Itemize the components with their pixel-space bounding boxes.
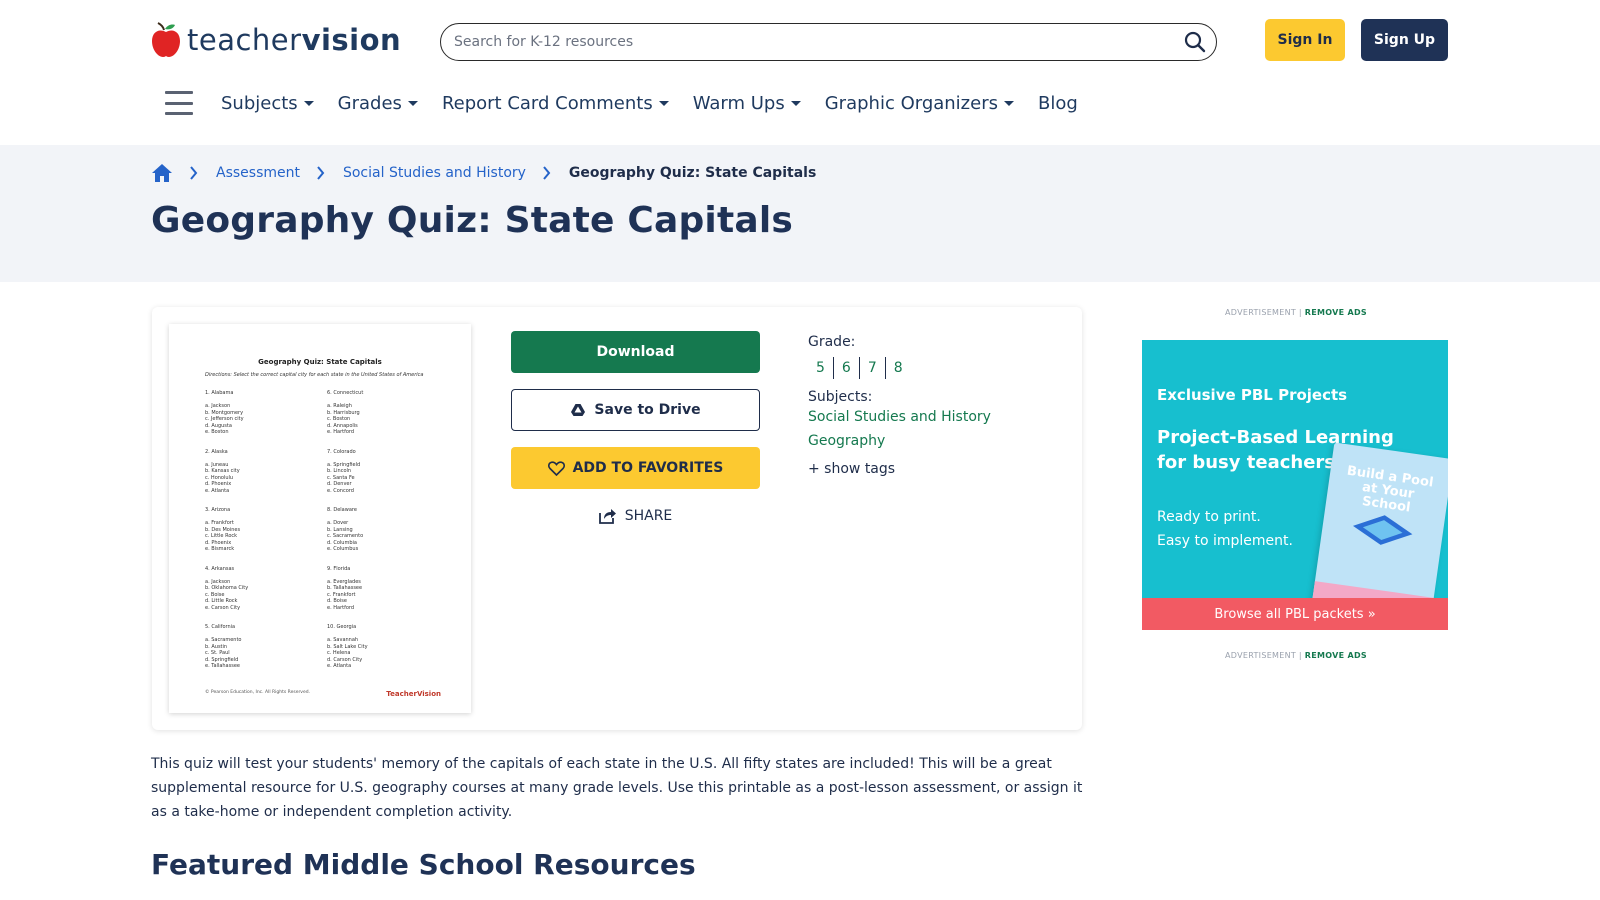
preview-title: Geography Quiz: State Capitals	[258, 358, 382, 366]
preview-right-column: 6. Connecticut a. Raleigh b. Harrisburg c.…	[327, 390, 368, 670]
remove-ads-link[interactable]: REMOVE ADS	[1305, 308, 1367, 317]
ad-label-bottom: ADVERTISEMENT | REMOVE ADS	[1143, 651, 1449, 660]
nav-item-subjects[interactable]: Subjects	[221, 93, 314, 114]
preview-directions: Directions: Select the correct capital c…	[205, 372, 424, 378]
ad-cta-button[interactable]: Browse all PBL packets »	[1142, 598, 1448, 630]
nav-item-graphic-organizers[interactable]: Graphic Organizers	[825, 93, 1014, 114]
advertisement-text: ADVERTISEMENT |	[1224, 308, 1302, 317]
save-to-drive-button[interactable]: Save to Drive	[511, 389, 760, 431]
site-header: teachervision Sign In Sign Up Subjects G…	[0, 0, 1600, 145]
chevron-right-icon	[316, 166, 325, 180]
site-logo[interactable]: teachervision	[151, 20, 401, 60]
pool-illustration-icon	[1352, 515, 1413, 545]
preview-line: c. Jefferson city	[205, 416, 244, 422]
preview-brand: TeacherVision	[386, 690, 441, 698]
apple-logo-icon	[152, 22, 180, 57]
search-icon	[1184, 31, 1206, 53]
preview-left-column: 1. Alabama a. Jackson b. Montgomery c. Jef…	[205, 390, 248, 670]
resource-card: Geography Quiz: State Capitals Direction…	[152, 307, 1082, 730]
google-drive-icon	[570, 403, 586, 417]
heart-icon	[547, 460, 565, 476]
nav-item-warm-ups[interactable]: Warm Ups	[693, 93, 801, 114]
ad-subtext: Ready to print. Easy to implement.	[1157, 505, 1293, 553]
remove-ads-link[interactable]: REMOVE ADS	[1305, 651, 1367, 660]
sign-in-button[interactable]: Sign In	[1265, 19, 1345, 61]
grade-link-5[interactable]: 5	[814, 360, 833, 376]
sign-up-button[interactable]: Sign Up	[1361, 19, 1448, 61]
preview-line: e. Atlanta	[327, 663, 352, 669]
caret-down-icon	[790, 100, 801, 106]
show-tags-link[interactable]: + show tags	[808, 461, 991, 477]
preview-line: e. Tallahassee	[205, 663, 240, 669]
pbl-ad-banner[interactable]: Exclusive PBL Projects Project-Based Lea…	[1142, 340, 1448, 630]
breadcrumb-social-studies[interactable]: Social Studies and History	[343, 165, 526, 181]
caret-down-icon	[303, 100, 314, 106]
hamburger-menu-icon[interactable]	[165, 91, 193, 115]
search-bar	[440, 23, 1217, 61]
preview-line: 6. Connecticut	[327, 390, 364, 396]
caret-down-icon	[658, 100, 669, 106]
chevron-right-icon	[542, 166, 551, 180]
ad-sub-line-2: Easy to implement.	[1157, 533, 1293, 549]
add-to-favorites-label: ADD TO FAVORITES	[572, 460, 724, 476]
nav-item-grades[interactable]: Grades	[338, 93, 418, 114]
grade-label: Grade:	[808, 334, 856, 350]
nav-item-blog[interactable]: Blog	[1038, 93, 1078, 114]
breadcrumb-current: Geography Quiz: State Capitals	[568, 165, 817, 181]
featured-heading: Featured Middle School Resources	[151, 848, 696, 881]
save-to-drive-label: Save to Drive	[594, 402, 701, 418]
grade-link-7[interactable]: 7	[860, 360, 885, 376]
resource-description: This quiz will test your students' memor…	[151, 756, 1083, 820]
ad-sub-line-1: Ready to print.	[1157, 509, 1261, 525]
subjects-label: Subjects:	[808, 389, 873, 405]
breadcrumb: Assessment Social Studies and History Ge…	[151, 160, 816, 186]
ad-label-top: ADVERTISEMENT | REMOVE ADS	[1143, 308, 1449, 317]
caret-down-icon	[1003, 100, 1014, 106]
advertisement-text: ADVERTISEMENT |	[1224, 651, 1302, 660]
breadcrumb-assessment[interactable]: Assessment	[216, 165, 300, 181]
preview-line: c. Sacramento	[327, 533, 364, 539]
preview-line: b. Tallahassee	[327, 585, 363, 591]
resource-meta: Grade: 5 6 7 8 Subjects: Social Studies …	[808, 334, 991, 477]
share-label: SHARE	[624, 508, 673, 524]
home-icon[interactable]	[151, 163, 173, 183]
subject-link-geography[interactable]: Geography	[808, 429, 991, 453]
logo-text: teachervision	[187, 23, 402, 57]
grade-links: 5 6 7 8	[814, 357, 991, 379]
grade-link-6[interactable]: 6	[834, 360, 859, 376]
caret-down-icon	[407, 100, 418, 106]
page-title: Geography Quiz: State Capitals	[151, 200, 794, 241]
main-nav: Subjects Grades Report Card Comments War…	[165, 86, 1102, 120]
search-button[interactable]	[1174, 24, 1216, 60]
search-input[interactable]	[441, 24, 1174, 60]
share-button[interactable]: SHARE	[511, 503, 760, 529]
preview-copyright: © Pearson Education, Inc. All Rights Res…	[205, 690, 311, 695]
worksheet-preview[interactable]: Geography Quiz: State Capitals Direction…	[169, 324, 471, 713]
grade-link-8[interactable]: 8	[886, 360, 911, 376]
preview-line: b. Oklahoma City	[205, 585, 249, 591]
chevron-right-icon	[189, 166, 198, 180]
ad-kicker: Exclusive PBL Projects	[1157, 386, 1348, 404]
subject-link-social-studies[interactable]: Social Studies and History	[808, 405, 991, 429]
add-to-favorites-button[interactable]: ADD TO FAVORITES	[511, 447, 760, 489]
download-button[interactable]: Download	[511, 331, 760, 373]
share-icon	[598, 508, 617, 524]
nav-item-report-card-comments[interactable]: Report Card Comments	[442, 93, 669, 114]
